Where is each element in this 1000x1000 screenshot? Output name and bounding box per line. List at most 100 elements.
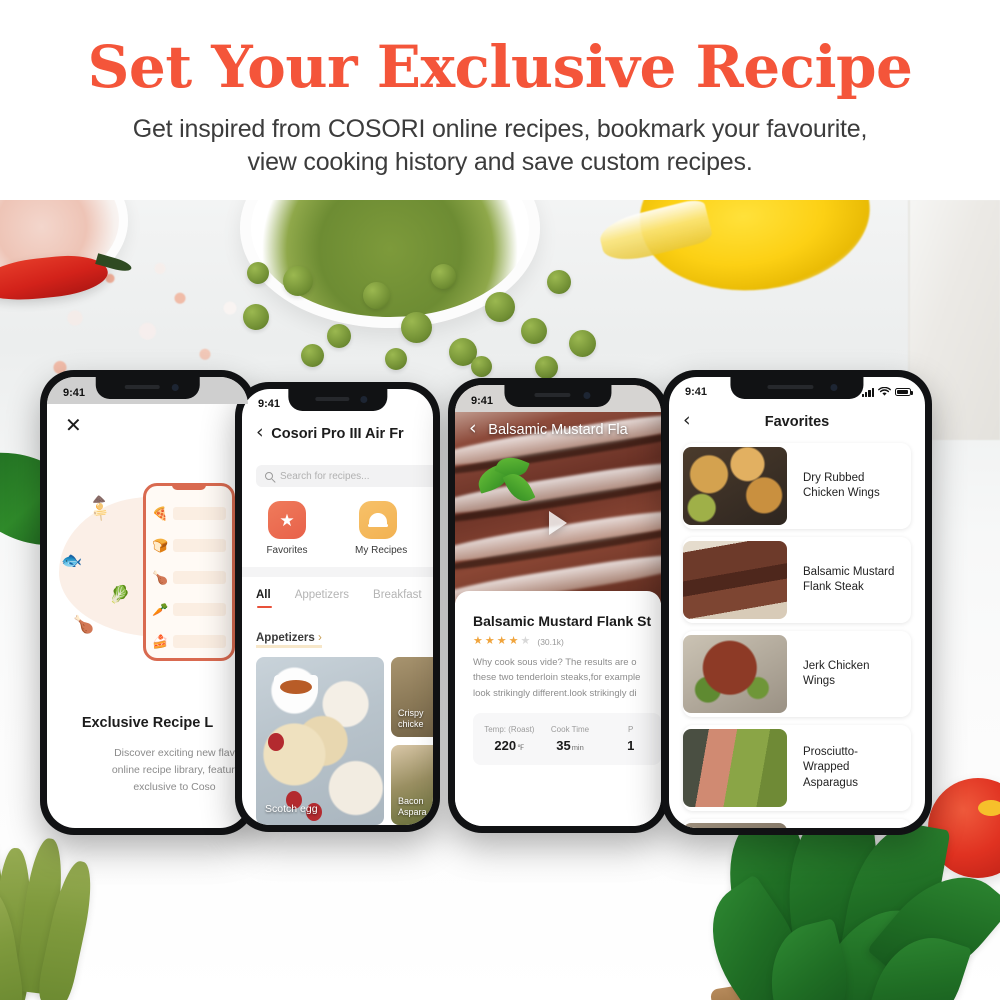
pea	[535, 356, 558, 379]
recipe-detail-screen: 9:41 ‹ Balsamic Mustard Fla Balsamic Mus…	[455, 385, 661, 826]
list-item[interactable]: Prosciutto-Wrapped Asparagus	[683, 725, 911, 811]
star-icon: ★	[496, 635, 507, 647]
placeholder-bar	[173, 634, 226, 648]
recipe-card[interactable]: Crispy chicke	[391, 657, 433, 737]
page-title: Set Your Exclusive Recipe	[87, 33, 913, 101]
shortcut-my-recipes[interactable]: My Recipes	[355, 501, 408, 556]
lettuce-icon: 🥬	[109, 585, 131, 604]
description-line-1: Why cook sous vide? The results are o	[473, 657, 637, 668]
nav-title: Balsamic Mustard Fla	[488, 422, 628, 438]
play-triangle-icon[interactable]	[549, 511, 567, 535]
list-item: 🍞	[152, 532, 226, 558]
pea	[327, 324, 351, 348]
placeholder-bar	[173, 602, 226, 616]
list-item[interactable]: Jerk Chicken Wings	[683, 631, 911, 717]
pea	[521, 318, 547, 344]
onboarding-body-line-3: exclusive to Coso	[133, 781, 216, 793]
pea	[485, 292, 515, 322]
rating-count: (30.1k)	[537, 636, 564, 647]
pea	[243, 304, 269, 330]
recipe-description: Why cook sous vide? The results are o th…	[473, 655, 661, 701]
cake-slice-icon: 🍰	[152, 633, 169, 649]
pea	[569, 330, 596, 357]
pea	[401, 312, 432, 343]
stat-value: 1	[600, 738, 661, 753]
category-tabs: All Appetizers Breakfast	[256, 589, 433, 609]
speaker-icon	[315, 397, 350, 401]
back-icon[interactable]: ‹	[242, 423, 274, 445]
tab-appetizers[interactable]: Appetizers	[295, 589, 349, 609]
bread-loaf-icon: 🍞	[152, 537, 169, 553]
recipe-detail-sheet: Balsamic Mustard Flank St ★ ★ ★ ★ ★ (30.…	[455, 591, 661, 826]
camera-icon	[583, 392, 591, 399]
rating: ★ ★ ★ ★ ★ (30.1k)	[473, 636, 661, 647]
recipe-name: Balsamic Mustard Flank Steak	[803, 565, 895, 593]
recipe-thumbnail	[683, 823, 787, 828]
list-item: 🍗	[152, 564, 226, 590]
close-icon[interactable]: ✕	[65, 415, 82, 435]
nav-title: Cosori Pro III Air Fr	[271, 426, 404, 442]
shortcut-favorites[interactable]: ★ Favorites	[264, 501, 310, 556]
pizza-slice-icon: 🍕	[152, 505, 169, 521]
nav-bar: ‹ Balsamic Mustard Fla	[455, 411, 661, 449]
strawberry	[268, 733, 284, 751]
list-item[interactable]: Balsamic Mustard Flank Steak	[683, 537, 911, 623]
phone-recipe-list: 9:41 ‹ Cosori Pro III Air Fr Search for …	[235, 382, 440, 832]
shortcut-row: ★ Favorites My Recipes	[242, 501, 433, 556]
phone-onboarding: 9:41 ✕ 🍢 🐟 🥬 🍗 🍕 🍞 🍗 🥕 🍰 Exclusive Recip…	[40, 370, 255, 835]
favorites-screen: 9:41 ‹ Favorites Dry Rubbed Chicken Wing…	[669, 377, 925, 828]
stat-unit: ℉	[517, 743, 525, 753]
recipe-card-title: Scotch egg	[265, 802, 318, 815]
spinach-bundle	[686, 801, 1000, 1000]
status-time: 9:41	[63, 386, 86, 399]
status-time: 9:41	[685, 386, 708, 398]
back-icon[interactable]: ‹	[669, 411, 701, 433]
recipe-card[interactable]: Scotch egg	[256, 657, 384, 825]
wifi-icon	[878, 387, 891, 396]
section-header-appetizers[interactable]: Appetizers ›	[256, 632, 322, 648]
recipe-name: Dry Rubbed Chicken Wings	[803, 471, 880, 499]
nav-bar: ‹ Cosori Pro III Air Fr	[242, 415, 433, 453]
pea	[247, 262, 269, 284]
fish-icon: 🐟	[61, 551, 83, 570]
recipe-name: Prosciutto-Wrapped Asparagus	[803, 745, 858, 789]
asparagus-bunch	[0, 828, 99, 1000]
description-line-2: these two tenderloin steaks,for example	[473, 672, 641, 684]
list-item: 🥕	[152, 596, 226, 622]
page-subtitle: Get inspired from COSORI online recipes,…	[0, 96, 1000, 178]
illustration-phone: 🍕 🍞 🍗 🥕 🍰	[143, 483, 235, 661]
recipe-thumbnail	[683, 447, 787, 525]
signal-icon	[861, 387, 874, 397]
tab-breakfast[interactable]: Breakfast	[373, 589, 422, 609]
tab-all[interactable]: All	[256, 589, 272, 609]
list-item[interactable]	[683, 819, 911, 828]
notch	[287, 389, 388, 411]
subtitle-line-1: Get inspired from COSORI online recipes,…	[132, 115, 868, 143]
shortcut-label: My Recipes	[355, 545, 408, 556]
search-input[interactable]: Search for recipes...	[256, 465, 433, 487]
back-icon[interactable]: ‹	[455, 419, 487, 441]
stat-cook-time: Cook Time 35min	[540, 725, 601, 753]
subtitle-line-2: view cooking history and save custom rec…	[247, 147, 753, 176]
pea	[283, 266, 313, 296]
onboarding-body: Discover exciting new flav online recipe…	[61, 745, 248, 796]
peas-scatter	[235, 252, 596, 392]
stat-label: Temp: (Roast)	[484, 725, 535, 735]
notch	[504, 385, 612, 407]
shortcut-label: Favorites	[266, 545, 308, 556]
favorites-list[interactable]: Dry Rubbed Chicken Wings Balsamic Mustar…	[669, 443, 925, 828]
recipe-card[interactable]: Bacon Aspara	[391, 745, 433, 825]
list-item[interactable]: Dry Rubbed Chicken Wings	[683, 443, 911, 529]
status-icons	[861, 387, 913, 397]
chicken-leg-icon: 🍗	[73, 615, 95, 634]
search-placeholder: Search for recipes...	[280, 470, 370, 482]
phone-recipe-detail: 9:41 ‹ Balsamic Mustard Fla Balsamic Mus…	[448, 378, 668, 833]
nav-bar: ‹ Favorites	[669, 403, 925, 441]
description-line-3: look strikingly different.look strikingl…	[473, 687, 637, 699]
recipe-name: Jerk Chicken Wings	[803, 659, 870, 687]
star-icon-empty: ★	[520, 635, 531, 647]
header-banner: Set Your Exclusive Recipe Get inspired f…	[0, 0, 1000, 200]
star-icon: ★	[508, 635, 519, 647]
chevron-right-icon: ›	[318, 632, 322, 644]
list-item: 🍰	[152, 628, 226, 654]
